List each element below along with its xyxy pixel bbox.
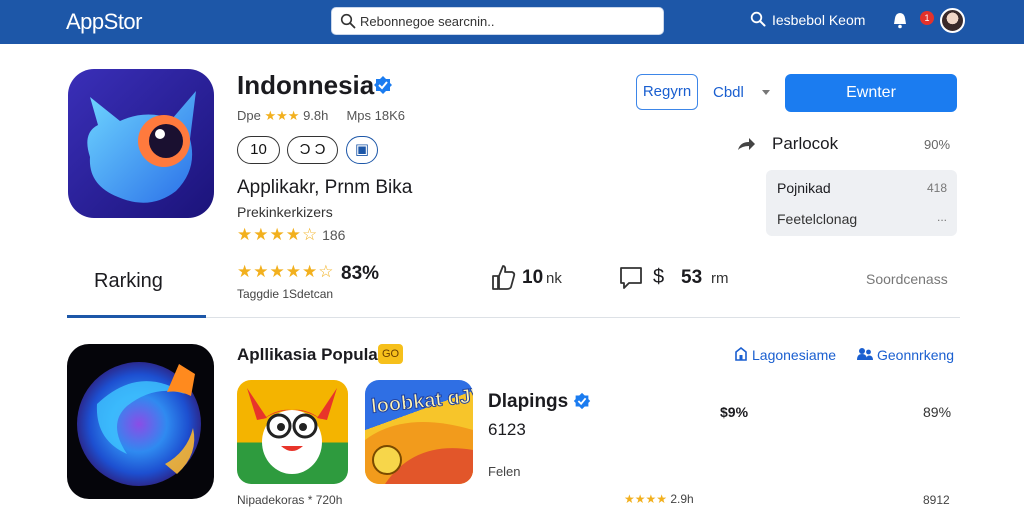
developer-rating: 9.8h	[303, 108, 329, 123]
creature-icon	[87, 91, 196, 203]
share-label[interactable]: Parlocok	[772, 134, 838, 154]
dropdown-select[interactable]: Cbdl	[713, 84, 744, 101]
chevron-down-icon[interactable]	[762, 90, 770, 96]
users-icon	[857, 348, 873, 360]
app-icon	[68, 69, 214, 218]
bell-icon[interactable]	[890, 10, 910, 30]
app-card-icon[interactable]: loobkat ɑJV	[365, 380, 473, 484]
active-tab-indicator	[67, 315, 206, 318]
search-input[interactable]	[360, 11, 655, 31]
stat-stars: ★★★★★☆	[237, 262, 335, 281]
likes-value: 10	[522, 267, 544, 288]
app-title: Indonnesia	[237, 70, 375, 100]
developer-name[interactable]: Dpe	[237, 108, 261, 123]
top-bar: AppStor Iesbebol Keom 1	[0, 0, 1024, 44]
divider	[206, 317, 960, 318]
column-value: 89%	[923, 404, 952, 420]
app-count: 6123	[488, 420, 526, 439]
app-subtitle: Applikakr, Prnm Bika	[237, 177, 413, 198]
developer-row: Dpe ★★★ 9.8h Mps 18K6	[237, 108, 405, 124]
search-box[interactable]	[331, 7, 664, 35]
bottom-rating: ★★★★ 2.9h	[624, 492, 694, 506]
app-name[interactable]: Dlapings	[488, 391, 568, 413]
swirl-icon	[77, 362, 201, 486]
bottom-rating-value: 2.9h	[670, 492, 694, 506]
avatar[interactable]	[940, 8, 965, 33]
app-percent: $9%	[720, 404, 749, 420]
verified-icon	[374, 76, 392, 94]
info-label: Pojnikad	[777, 180, 831, 196]
bookmark-icon: ▣	[354, 141, 370, 158]
notification-badge: 1	[920, 11, 934, 25]
info-value: 418	[926, 181, 947, 195]
developer-meta: Mps 18K6	[346, 108, 405, 123]
more-icon[interactable]: ...	[937, 210, 947, 224]
bottom-caption: Nipadekoras * 720h	[237, 493, 343, 507]
section-link[interactable]: Geonnrkeng	[877, 347, 954, 363]
info-card: Pojnikad 418 Feetelclonag ...	[766, 170, 957, 236]
rating-stars: ★★★★☆	[237, 225, 319, 244]
search-icon	[340, 13, 356, 29]
dollar-icon: $	[653, 266, 665, 288]
rating-row: ★★★★☆ 186	[237, 225, 345, 245]
column-value: 8912	[923, 493, 950, 507]
stat-caption: Taggdie 1Sdetcan	[237, 287, 334, 301]
search-icon[interactable]	[750, 11, 766, 27]
price-unit: rm	[711, 270, 729, 287]
account-label[interactable]: Iesbebol Keom	[772, 12, 865, 28]
verified-icon	[573, 392, 591, 410]
bottom-stars: ★★★★	[624, 492, 668, 506]
app-icon[interactable]	[67, 344, 214, 499]
app-tag: Felen	[488, 464, 521, 479]
publisher-name[interactable]: Prekinkerkizers	[237, 204, 333, 220]
section-link[interactable]: Lagonesiame	[752, 347, 836, 363]
share-value: 90%	[924, 137, 951, 152]
thumbs-up-icon[interactable]	[490, 263, 516, 291]
stat-percent: 83%	[341, 263, 380, 284]
developer-stars: ★★★	[264, 108, 300, 123]
tab-ranking[interactable]: Rarking	[94, 270, 163, 293]
info-label: Feetelclonag	[777, 211, 858, 227]
share-arrow-icon[interactable]	[736, 135, 756, 153]
brand-logo[interactable]: AppStor	[66, 9, 143, 35]
primary-button[interactable]: Ewnter	[785, 74, 957, 112]
tag-pill[interactable]: 10	[237, 136, 280, 164]
rating-count: 186	[322, 227, 346, 243]
bird-mascot-icon	[247, 388, 337, 474]
tag-pill[interactable]: ▣	[346, 136, 378, 164]
app-card-icon[interactable]	[237, 380, 348, 484]
store-icon	[735, 347, 747, 361]
price-value: 53	[681, 267, 703, 288]
tag-pill[interactable]: Ɔ Ͻ	[287, 136, 338, 164]
section-badge: GO	[378, 344, 403, 364]
secondary-button[interactable]: Regyrn	[636, 74, 698, 110]
section-title: Apllikasia Popula	[237, 345, 378, 364]
stat-right-label[interactable]: Soordcenass	[866, 271, 948, 287]
likes-unit: nk	[546, 270, 562, 287]
chat-bubble-icon[interactable]	[618, 265, 644, 291]
